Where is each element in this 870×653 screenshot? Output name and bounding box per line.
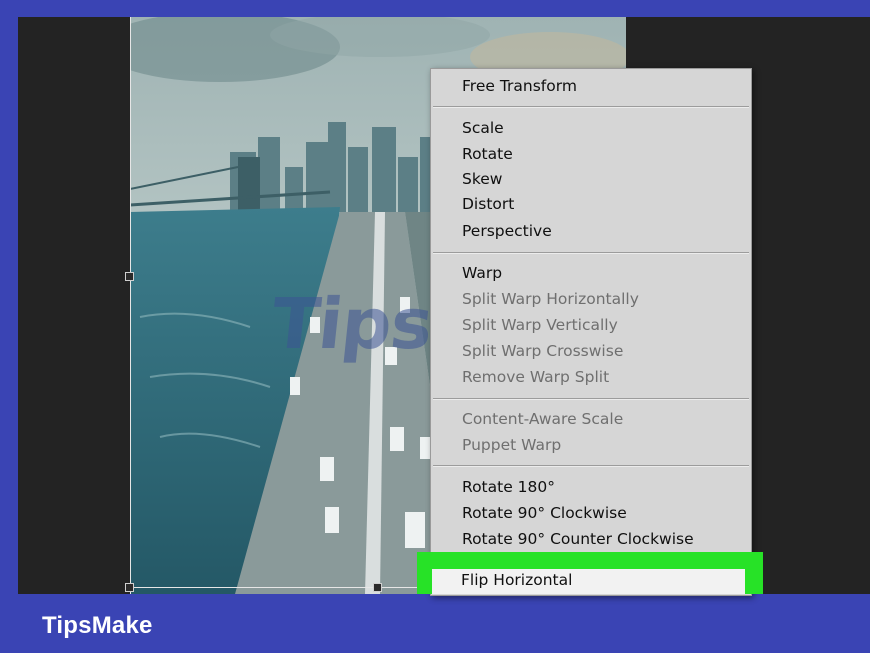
menu-item-remove-warp-split: Remove Warp Split [462,368,610,386]
brand-logo-text: TipsMake [42,612,153,639]
menu-item-rotate-180[interactable]: Rotate 180° [462,477,555,497]
transform-context-menu: Free Transform Scale Rotate Skew Distort… [430,68,752,596]
menu-item-split-warp-crosswise: Split Warp Crosswise [462,342,624,360]
transform-handle-bottom-middle[interactable] [373,583,382,592]
menu-item-content-aware-scale: Content-Aware Scale [462,410,624,428]
transform-handle-bottom-left[interactable] [125,583,134,592]
menu-item-distort[interactable]: Distort [462,194,514,214]
menu-separator [433,252,749,254]
transform-bound-left [130,17,131,594]
menu-item-skew[interactable]: Skew [462,169,502,189]
menu-item-rotate-90-counter-clockwise[interactable]: Rotate 90° Counter Clockwise [462,529,694,549]
menu-item-rotate[interactable]: Rotate [462,144,513,164]
menu-item-perspective[interactable]: Perspective [462,221,552,241]
menu-item-puppet-warp: Puppet Warp [462,436,562,454]
menu-item-warp[interactable]: Warp [462,263,502,283]
menu-item-scale[interactable]: Scale [462,118,504,138]
menu-item-flip-horizontal[interactable]: Flip Horizontal [461,571,572,589]
menu-item-split-warp-vertically: Split Warp Vertically [462,316,618,334]
menu-item-split-warp-horizontally: Split Warp Horizontally [462,290,639,308]
menu-item-flip-horizontal-row[interactable]: Flip Horizontal [432,569,745,594]
menu-separator [433,106,749,108]
menu-item-rotate-90-clockwise[interactable]: Rotate 90° Clockwise [462,503,627,523]
menu-item-free-transform[interactable]: Free Transform [462,76,577,96]
transform-handle-middle-left[interactable] [125,272,134,281]
menu-separator [433,398,749,400]
menu-separator [433,465,749,467]
